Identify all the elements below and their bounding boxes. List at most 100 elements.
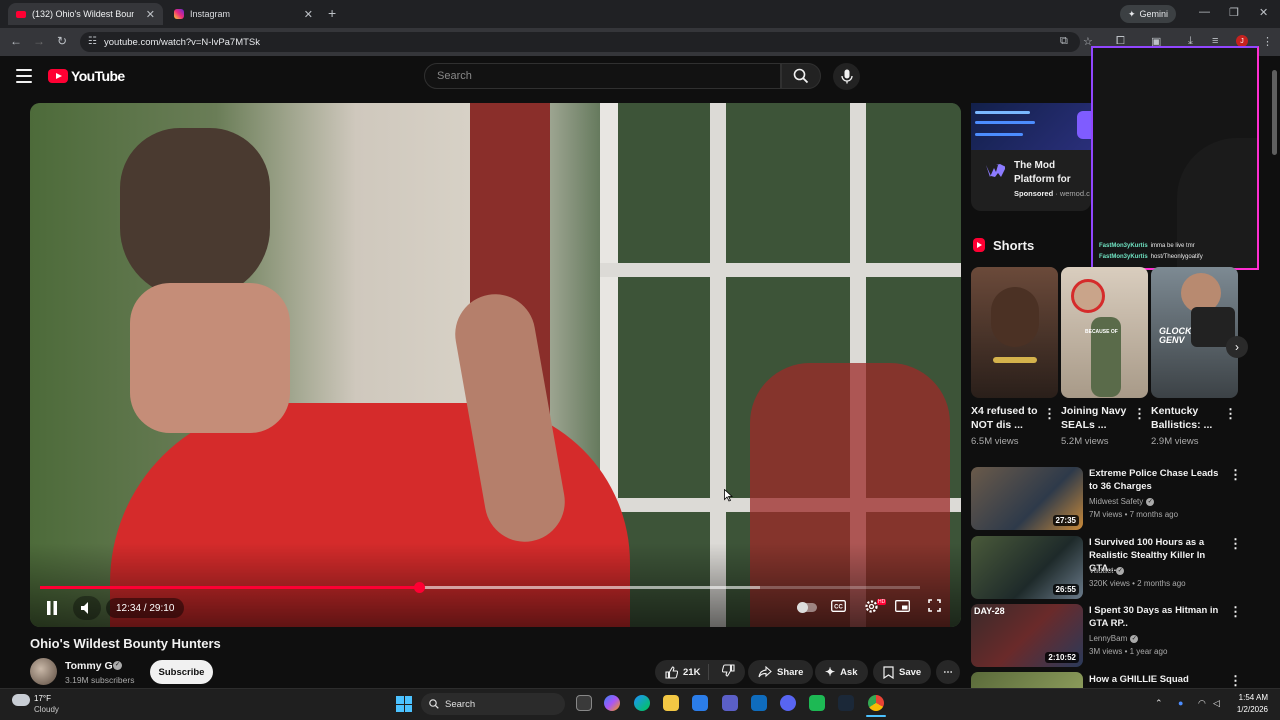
short-views: 2.9M views	[1151, 436, 1199, 447]
video-menu-icon[interactable]: ⋮	[1229, 467, 1242, 483]
pause-button[interactable]	[39, 596, 65, 620]
channel-name[interactable]: Tommy G	[65, 660, 113, 672]
taskbar-search[interactable]: Search	[421, 693, 565, 715]
back-icon[interactable]: ←	[10, 34, 22, 48]
site-info-icon[interactable]: ☷	[88, 36, 97, 47]
autoplay-toggle[interactable]	[797, 602, 817, 613]
ad-thumbnail[interactable]	[971, 103, 1097, 150]
weather-temperature[interactable]: 17°F	[34, 694, 51, 703]
mute-button[interactable]	[73, 596, 101, 620]
short-thumbnail[interactable]	[971, 267, 1058, 398]
close-tab-icon[interactable]: ✕	[304, 8, 313, 21]
clock-date[interactable]: 1/2/2026	[1226, 705, 1268, 714]
search-input[interactable]: Search	[424, 63, 781, 89]
maximize-icon[interactable]: ❐	[1229, 6, 1239, 19]
short-thumbnail[interactable]: BECAUSE OF	[1061, 267, 1148, 398]
short-title[interactable]: Kentucky Ballistics: ...	[1151, 404, 1221, 432]
youtube-logo[interactable]: YouTube	[48, 68, 125, 84]
fullscreen-button[interactable]	[928, 599, 941, 617]
video-thumbnail[interactable]	[971, 672, 1083, 688]
video-menu-icon[interactable]: ⋮	[1229, 673, 1242, 689]
window-frame-bar	[600, 263, 961, 277]
address-bar-url: youtube.com/watch?v=N-lvPa7MTSk	[104, 36, 261, 48]
reload-icon[interactable]: ↻	[57, 34, 67, 48]
scrollbar-thumb[interactable]	[1272, 70, 1277, 155]
ad-title-text: The Mod Platform for Gamers	[1014, 160, 1071, 185]
shorts-next-button[interactable]: ›	[1226, 336, 1248, 358]
video-menu-icon[interactable]: ⋮	[1229, 604, 1242, 620]
store-icon[interactable]	[692, 695, 708, 711]
head	[120, 128, 270, 298]
new-tab-icon[interactable]: +	[328, 5, 336, 21]
video-player[interactable]	[30, 103, 961, 627]
like-button[interactable]: 21K	[655, 664, 710, 680]
sparkle-icon: ✦	[1128, 8, 1136, 19]
more-actions-button[interactable]: ⋯	[936, 660, 960, 684]
steam-icon[interactable]	[838, 695, 854, 711]
guide-menu-icon[interactable]	[16, 69, 32, 83]
minimize-icon[interactable]: —	[1199, 6, 1210, 18]
chrome-icon[interactable]	[868, 695, 884, 711]
save-button[interactable]: Save	[873, 660, 932, 684]
xbox-app-icon[interactable]	[809, 695, 825, 711]
chrome-menu-icon[interactable]: ⋮	[1262, 35, 1273, 48]
tab-instagram[interactable]: Instagram ✕	[166, 3, 321, 25]
captions-button[interactable]: CC	[831, 599, 846, 617]
chevron-up-icon[interactable]: ⌃	[1155, 698, 1163, 709]
dislike-button[interactable]	[714, 664, 745, 680]
edge-icon[interactable]	[634, 695, 650, 711]
ask-button[interactable]: ✦ Ask	[815, 660, 868, 684]
profile-initial: J	[1240, 37, 1244, 45]
miniplayer-icon	[895, 600, 910, 612]
volume-icon[interactable]: ◁	[1213, 698, 1220, 709]
install-app-icon[interactable]: ⧉	[1060, 35, 1068, 48]
voice-search-button[interactable]	[833, 63, 860, 90]
windows-start-icon[interactable]	[396, 696, 412, 712]
video-thumbnail[interactable]: DAY-28 2:10:52	[971, 604, 1083, 667]
video-channel[interactable]: Midwest Safety ✓	[1089, 497, 1155, 506]
cloud-icon[interactable]	[12, 694, 30, 706]
address-bar[interactable]: ☷ youtube.com/watch?v=N-lvPa7MTSk	[80, 32, 1080, 52]
outlook-icon[interactable]	[751, 695, 767, 711]
weather-description[interactable]: Cloudy	[34, 705, 59, 714]
share-button[interactable]: Share	[748, 660, 814, 684]
discord-icon[interactable]	[780, 695, 796, 711]
short-menu-icon[interactable]: ⋮	[1224, 406, 1237, 422]
video-thumbnail[interactable]: 26:55	[971, 536, 1083, 599]
share-icon	[758, 666, 772, 678]
search-button[interactable]	[781, 63, 821, 89]
short-menu-icon[interactable]: ⋮	[1043, 406, 1056, 422]
chat-message: FastMon3yKurtis imma be live tmr	[1099, 243, 1195, 249]
video-title-link[interactable]: Extreme Police Chase Leads to 36 Charges	[1089, 467, 1224, 493]
ad-title[interactable]: The Mod Platform for Gamers	[1014, 159, 1090, 187]
teams-icon[interactable]	[722, 695, 738, 711]
short-title[interactable]: X4 refused to NOT dis ...	[971, 404, 1041, 432]
clock-time[interactable]: 1:54 AM	[1232, 693, 1268, 702]
close-tab-icon[interactable]: ✕	[146, 8, 155, 21]
copilot-icon[interactable]	[604, 695, 620, 711]
video-title-link[interactable]: How a GHILLIE Squad	[1089, 673, 1224, 686]
scrubber-handle[interactable]	[414, 582, 425, 593]
video-title-link[interactable]: I Spent 30 Days as Hitman in GTA RP..	[1089, 604, 1224, 630]
video-channel[interactable]: Vadact ✓	[1089, 566, 1125, 575]
microphone-icon[interactable]: ●	[1178, 698, 1183, 708]
subscribe-button[interactable]: Subscribe	[150, 660, 213, 684]
captions-icon: CC	[831, 600, 846, 612]
file-explorer-icon[interactable]	[663, 695, 679, 711]
video-thumbnail[interactable]: 27:35	[971, 467, 1083, 530]
short-menu-icon[interactable]: ⋮	[1133, 406, 1146, 422]
short-thumbnail[interactable]: GLOCK GENV	[1151, 267, 1238, 398]
verified-badge-icon: ✓	[113, 661, 122, 670]
short-title[interactable]: Joining Navy SEALs ...	[1061, 404, 1131, 432]
gemini-button[interactable]: ✦ Gemini	[1120, 5, 1177, 23]
video-menu-icon[interactable]: ⋮	[1229, 536, 1242, 552]
task-view-icon[interactable]	[576, 695, 592, 711]
channel-avatar[interactable]	[30, 658, 57, 685]
forward-icon[interactable]: →	[33, 34, 45, 48]
video-duration: 2:10:52	[1045, 652, 1079, 663]
tab-youtube[interactable]: (132) Ohio's Wildest Bounty ✕	[8, 3, 163, 25]
video-channel[interactable]: LennyBam ✓	[1089, 634, 1139, 643]
wifi-icon[interactable]: ◠	[1198, 698, 1206, 709]
miniplayer-button[interactable]	[895, 599, 910, 617]
close-window-icon[interactable]: ✕	[1259, 6, 1268, 19]
